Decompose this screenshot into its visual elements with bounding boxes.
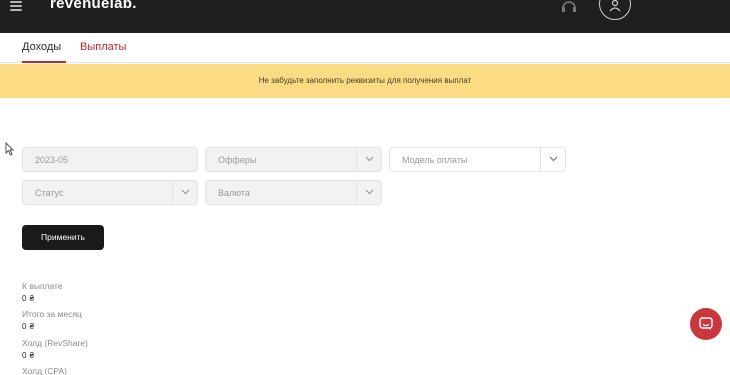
support-chat-button[interactable] — [690, 308, 722, 340]
hold-revshare-value: 0 ₴ — [22, 351, 35, 360]
to-pay-value: 0 ₴ — [22, 294, 35, 303]
offers-placeholder: Офферы — [218, 155, 257, 165]
currency-select[interactable]: Валюта — [205, 180, 382, 205]
hold-cpa-label: Холд (CPA) — [22, 366, 67, 375]
chevron-down-icon — [549, 156, 558, 162]
to-pay-label: К выплате — [22, 281, 63, 291]
offers-select[interactable]: Офферы — [205, 147, 382, 172]
currency-placeholder: Валюта — [218, 188, 250, 198]
tab-income[interactable]: Доходы — [22, 41, 61, 53]
tab-payouts[interactable]: Выплаты — [80, 41, 126, 53]
month-picker-value: 2023-05 — [35, 155, 69, 165]
brand-logo[interactable]: revenuelab. — [50, 0, 137, 12]
month-picker-field[interactable]: 2023-05 — [22, 147, 198, 172]
tabs-bar: Доходы Выплаты — [0, 33, 730, 63]
select-divider — [356, 148, 357, 171]
month-total-value: 0 ₴ — [22, 322, 35, 331]
hamburger-menu-icon[interactable] — [10, 1, 22, 11]
select-divider — [540, 148, 541, 171]
active-tab-indicator — [22, 61, 66, 63]
user-profile-button[interactable] — [599, 0, 631, 20]
apply-button[interactable]: Применить — [22, 225, 104, 250]
chat-bubble-icon — [699, 317, 713, 330]
mouse-cursor-icon — [5, 142, 14, 156]
payment-details-banner: Не забудьте заполнить реквизиты для полу… — [0, 64, 730, 98]
payment-model-select[interactable]: Модель оплаты — [389, 147, 566, 172]
chevron-down-icon — [365, 189, 374, 195]
banner-text: Не забудьте заполнить реквизиты для полу… — [258, 76, 472, 85]
month-total-label: Итого за месяц — [22, 309, 82, 319]
chevron-down-icon — [365, 156, 374, 162]
select-divider — [172, 181, 173, 204]
user-icon — [609, 0, 621, 12]
headset-icon[interactable] — [560, 0, 578, 14]
top-navigation-bar: revenuelab. — [0, 0, 730, 33]
status-select[interactable]: Статус — [22, 180, 198, 205]
select-divider — [356, 181, 357, 204]
chevron-down-icon — [181, 189, 190, 195]
hold-revshare-label: Холд (RevShare) — [22, 338, 88, 348]
status-placeholder: Статус — [35, 188, 64, 198]
payment-model-placeholder: Модель оплаты — [402, 155, 468, 165]
